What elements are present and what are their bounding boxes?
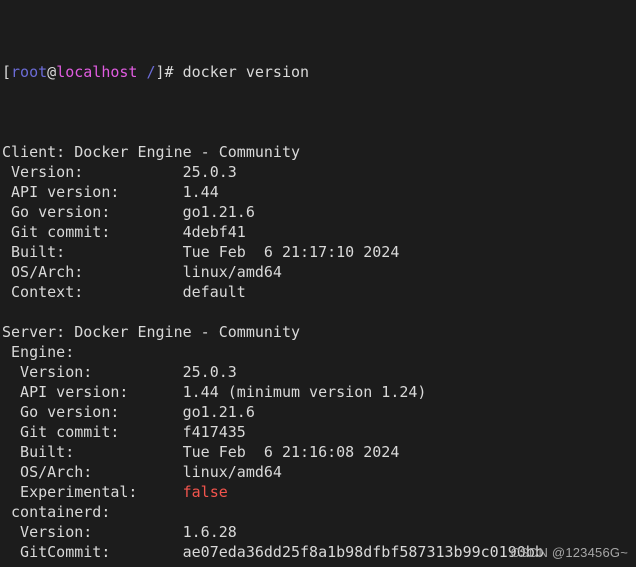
output-line-text: Git commit: 4debf41: [2, 223, 246, 241]
output-line: Client: Docker Engine - Community: [0, 142, 636, 162]
output-line: Context: default: [0, 282, 636, 302]
output-line-text: Context: default: [2, 283, 246, 301]
output-line: Git commit: 4debf41: [0, 222, 636, 242]
output-line-text: Experimental:: [2, 483, 183, 501]
output-line-text: runc:: [2, 563, 56, 567]
output-line: Go version: go1.21.6: [0, 402, 636, 422]
terminal-window[interactable]: [root@localhost /]# docker version Clien…: [0, 0, 636, 567]
output-line-text: GitCommit: ae07eda36dd25f8a1b98dfbf58731…: [2, 543, 544, 561]
output-line: OS/Arch: linux/amd64: [0, 262, 636, 282]
output-line-text: containerd:: [2, 503, 111, 521]
output-line: Version: 1.6.28: [0, 522, 636, 542]
output-line: Version: 25.0.3: [0, 162, 636, 182]
output-line: Go version: go1.21.6: [0, 202, 636, 222]
output-line: Engine:: [0, 342, 636, 362]
prompt-path: /: [137, 63, 156, 81]
csdn-watermark: CSDN @123456G~: [510, 545, 628, 560]
command-text: docker version: [182, 63, 310, 81]
prompt-close-bracket: ]#: [155, 63, 183, 81]
output-line: containerd:: [0, 502, 636, 522]
output-line: Version: 25.0.3: [0, 362, 636, 382]
output-line: Built: Tue Feb 6 21:16:08 2024: [0, 442, 636, 462]
prompt-hostname: localhost: [56, 63, 138, 81]
output-line-text: Go version: go1.21.6: [2, 203, 255, 221]
prompt-line-command: [root@localhost /]# docker version: [0, 62, 636, 82]
output-line-text: Built: Tue Feb 6 21:17:10 2024: [2, 243, 400, 261]
prompt-at-symbol: @: [47, 63, 57, 81]
output-line: Git commit: f417435: [0, 422, 636, 442]
output-line-text: Server: Docker Engine - Community: [2, 323, 301, 341]
prompt-open-bracket: [: [2, 63, 12, 81]
output-line: Built: Tue Feb 6 21:17:10 2024: [0, 242, 636, 262]
output-line-text: API version: 1.44: [2, 183, 219, 201]
output-line-text: Client: Docker Engine - Community: [2, 143, 301, 161]
output-line: OS/Arch: linux/amd64: [0, 462, 636, 482]
output-line-value: false: [182, 483, 228, 501]
output-line: Server: Docker Engine - Community: [0, 322, 636, 342]
command-output: Client: Docker Engine - Community Versio…: [0, 142, 636, 567]
output-line: Experimental: false: [0, 482, 636, 502]
output-line-text: Version: 25.0.3: [2, 363, 237, 381]
output-line: API version: 1.44 (minimum version 1.24): [0, 382, 636, 402]
output-line-text: Git commit: f417435: [2, 423, 246, 441]
output-line-text: OS/Arch: linux/amd64: [2, 263, 282, 281]
output-line-text: OS/Arch: linux/amd64: [2, 463, 282, 481]
output-line-text: Go version: go1.21.6: [2, 403, 255, 421]
output-line-text: Version: 1.6.28: [2, 523, 237, 541]
output-line-text: Version: 25.0.3: [2, 163, 237, 181]
output-line-text: Engine:: [2, 343, 75, 361]
output-line: API version: 1.44: [0, 182, 636, 202]
output-line-text: Built: Tue Feb 6 21:16:08 2024: [2, 443, 400, 461]
output-line-text: API version: 1.44 (minimum version 1.24): [2, 383, 427, 401]
prompt-user: root: [11, 63, 48, 81]
